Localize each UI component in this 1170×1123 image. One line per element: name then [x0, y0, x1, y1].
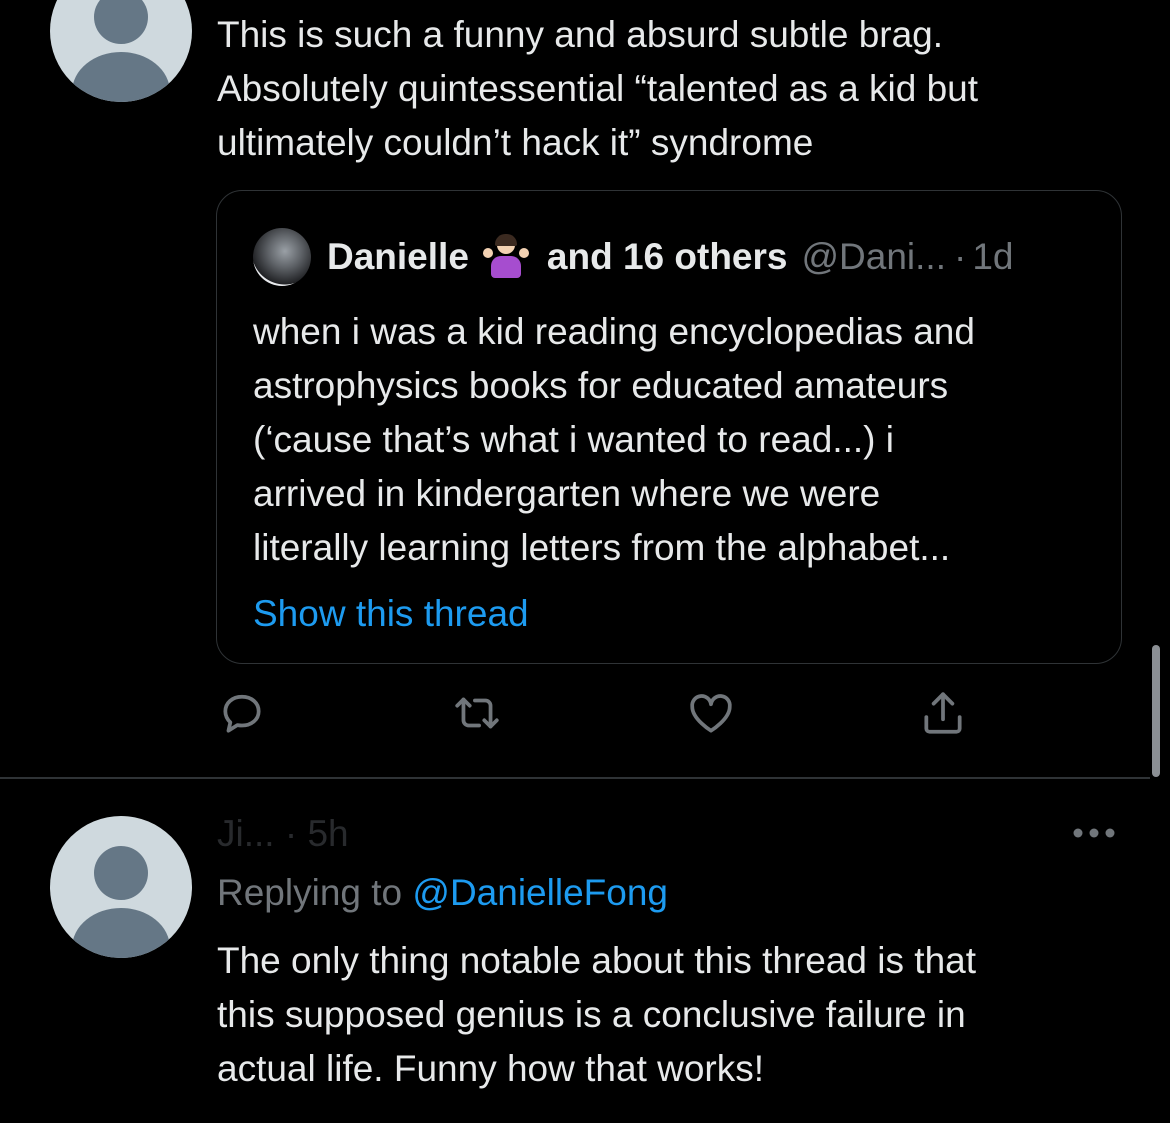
avatar-head: [94, 0, 148, 44]
show-thread-link[interactable]: Show this thread: [253, 587, 529, 641]
avatar-head: [94, 846, 148, 900]
replying-to-handle[interactable]: @DanielleFong: [412, 872, 668, 913]
tweet-text-line: ultimately couldn’t hack it” syndrome: [217, 122, 814, 163]
tweet-text: The only thing notable about this thread…: [217, 934, 1117, 1096]
avatar[interactable]: [50, 816, 192, 958]
tweet-text-line: Absolutely quintessential “talented as a…: [217, 68, 979, 109]
quoted-text-line: astrophysics books for educated amateurs: [253, 365, 949, 406]
tweet-text-line: This is such a funny and absurd subtle b…: [217, 14, 944, 55]
tweet-text: This is such a funny and absurd subtle b…: [217, 8, 1117, 170]
quoted-author-name-suffix[interactable]: and 16 others: [547, 236, 788, 278]
like-icon[interactable]: [686, 688, 736, 738]
scrollbar-thumb[interactable]: [1152, 645, 1160, 777]
quoted-author-avatar[interactable]: [253, 228, 311, 286]
tweet-text-line: this supposed genius is a conclusive fai…: [217, 994, 966, 1035]
quoted-tweet-text: when i was a kid reading encyclopedias a…: [253, 305, 1093, 575]
quoted-text-line: arrived in kindergarten where we were: [253, 473, 881, 514]
avatar-body: [72, 908, 170, 958]
share-icon[interactable]: [918, 688, 968, 738]
retweet-icon[interactable]: [452, 688, 502, 738]
avatar[interactable]: [50, 0, 192, 102]
more-options-icon[interactable]: [1068, 818, 1120, 848]
quoted-tweet-header: Danielle and 16 others @Dani... · 1d: [253, 227, 1013, 287]
quoted-text-line: (‘cause that’s what i wanted to read...)…: [253, 419, 894, 460]
avatar-body: [72, 52, 170, 102]
quoted-text-line: when i was a kid reading encyclopedias a…: [253, 311, 975, 352]
tweet-author-meta[interactable]: Ji... · 5h: [217, 812, 349, 856]
timeline: This is such a funny and absurd subtle b…: [0, 0, 1170, 1123]
tweet-action-bar: [0, 688, 1170, 742]
separator-dot: ·: [953, 236, 967, 277]
quoted-tweet-card[interactable]: Danielle and 16 others @Dani... · 1d whe…: [216, 190, 1122, 664]
tweet-text-line: actual life. Funny how that works!: [217, 1048, 765, 1089]
replying-to: Replying to @DanielleFong: [217, 866, 668, 920]
shrug-emoji-icon: [482, 234, 529, 280]
quoted-author-name[interactable]: Danielle: [327, 236, 469, 278]
quoted-tweet-timestamp[interactable]: 1d: [972, 236, 1013, 278]
reply-icon[interactable]: [217, 688, 267, 738]
tweet-divider: [0, 777, 1150, 779]
quoted-text-line: literally learning letters from the alph…: [253, 527, 951, 568]
tweet-text-line: The only thing notable about this thread…: [217, 940, 977, 981]
quoted-author-handle[interactable]: @Dani...: [801, 236, 946, 278]
replying-to-label: Replying to: [217, 872, 403, 913]
